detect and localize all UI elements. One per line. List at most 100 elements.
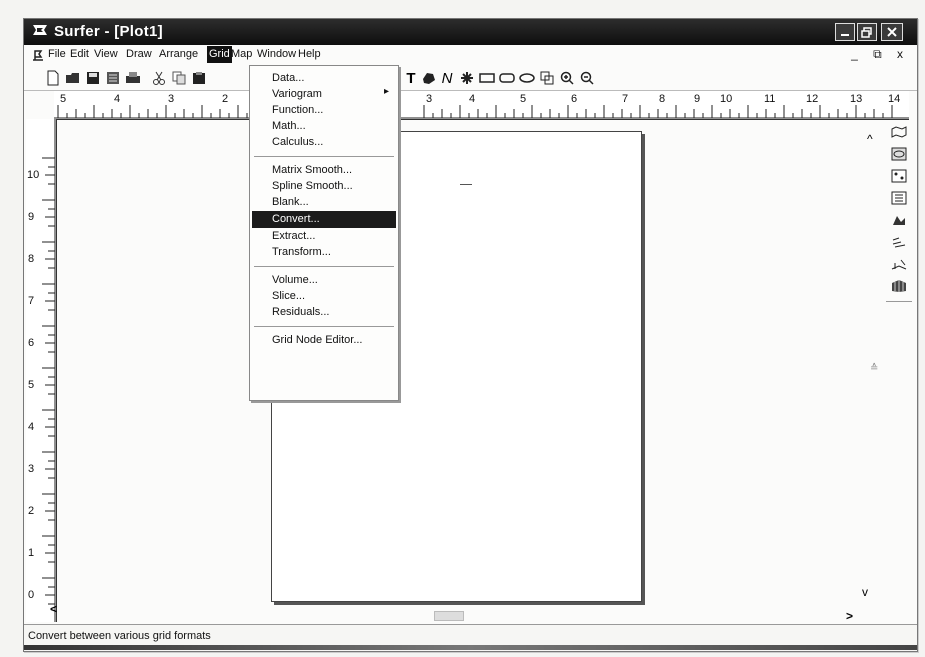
- menu-item-function[interactable]: Function...: [272, 102, 323, 118]
- wireframe-icon[interactable]: [890, 255, 908, 273]
- surfer-app-icon[interactable]: [32, 23, 48, 37]
- vertical-ruler: 10 9 8 7 6 5 4 3 2 1 0: [26, 119, 57, 622]
- polygon-icon[interactable]: [420, 69, 438, 87]
- ruler-label: 3: [426, 93, 433, 105]
- text-icon[interactable]: T: [402, 69, 420, 87]
- minimize-button[interactable]: [835, 23, 855, 41]
- ruler-label: 4: [28, 421, 35, 433]
- ruler-label: 9: [694, 93, 701, 105]
- menu-item-data[interactable]: Data...: [272, 70, 304, 86]
- ruler-label: 1: [28, 547, 35, 559]
- horizontal-ruler: 5 4 3 2 1 3 4 5 6 7 8 9 10 11 12 13 14: [54, 91, 909, 120]
- menu-item-variogram[interactable]: Variogram: [272, 86, 322, 102]
- copy-icon[interactable]: [170, 69, 188, 87]
- menu-separator: [254, 326, 394, 327]
- menu-item-transform[interactable]: Transform...: [272, 244, 331, 260]
- polyline-icon[interactable]: N: [438, 69, 456, 87]
- menu-item-grid-node-editor[interactable]: Grid Node Editor...: [272, 332, 363, 348]
- ruler-label: 9: [28, 211, 35, 223]
- rounded-rectangle-icon[interactable]: [498, 69, 516, 87]
- ruler-label: 12: [806, 93, 819, 105]
- menu-bar: File Edit View Draw Arrange Grid Map Win…: [24, 45, 917, 65]
- menu-map[interactable]: Map: [231, 48, 252, 60]
- page-mark: [460, 184, 472, 185]
- ruler-label: 8: [659, 93, 666, 105]
- ruler-label: 13: [850, 93, 863, 105]
- screen: Surfer - [Plot1] File Edit View Draw Arr…: [0, 0, 925, 657]
- window-title: Surfer - [Plot1]: [54, 23, 163, 40]
- menu-file[interactable]: File: [48, 48, 66, 60]
- menu-help[interactable]: Help: [298, 48, 321, 60]
- rectangle-icon[interactable]: [478, 69, 496, 87]
- ruler-label: 6: [571, 93, 578, 105]
- menu-item-matrix-smooth[interactable]: Matrix Smooth...: [272, 162, 352, 178]
- open-icon[interactable]: [64, 69, 82, 87]
- menu-item-math[interactable]: Math...: [272, 118, 306, 134]
- scroll-up-arrow[interactable]: ^: [867, 132, 873, 146]
- menu-separator: [254, 266, 394, 267]
- ruler-label: 3: [168, 93, 175, 105]
- cut-icon[interactable]: [150, 69, 168, 87]
- ruler-label: 3: [28, 463, 35, 475]
- ruler-label: 2: [222, 93, 229, 105]
- scroll-right-arrow[interactable]: >: [846, 609, 853, 623]
- menu-separator: [254, 156, 394, 157]
- print-preview-icon[interactable]: [104, 69, 122, 87]
- menu-item-blank[interactable]: Blank...: [272, 194, 309, 210]
- status-bar: Convert between various grid formats: [24, 624, 917, 651]
- ruler-label: 5: [60, 93, 67, 105]
- close-button[interactable]: [881, 23, 903, 41]
- contour-map-icon[interactable]: [890, 145, 908, 163]
- map-toolbar: [884, 119, 914, 349]
- surface-map-icon[interactable]: [890, 277, 908, 295]
- reshape-icon[interactable]: [538, 69, 556, 87]
- ruler-label: 4: [469, 93, 476, 105]
- menu-item-residuals[interactable]: Residuals...: [272, 304, 329, 320]
- mdi-window-controls[interactable]: _ ⧉ x: [851, 47, 909, 62]
- toolbar-divider: [886, 301, 912, 302]
- menu-window[interactable]: Window: [257, 48, 296, 60]
- ruler-label: 0: [28, 589, 35, 601]
- ruler-label: 11: [764, 93, 776, 105]
- base-map-icon[interactable]: [890, 123, 908, 141]
- ruler-label: 10: [27, 169, 40, 181]
- maximize-button[interactable]: [857, 23, 877, 41]
- menu-grid[interactable]: Grid: [207, 46, 232, 63]
- menu-item-slice[interactable]: Slice...: [272, 288, 305, 304]
- ruler-label: 6: [28, 337, 35, 349]
- vector-map-icon[interactable]: [890, 233, 908, 251]
- menu-item-spline-smooth[interactable]: Spline Smooth...: [272, 178, 353, 194]
- title-bar[interactable]: Surfer - [Plot1]: [24, 19, 917, 45]
- menu-item-extract[interactable]: Extract...: [272, 228, 315, 244]
- shaded-relief-icon[interactable]: [890, 211, 908, 229]
- status-text: Convert between various grid formats: [28, 630, 211, 642]
- save-icon[interactable]: [84, 69, 102, 87]
- scroll-thumb-icon[interactable]: ≙: [870, 363, 878, 374]
- ruler-label: 2: [28, 505, 35, 517]
- menu-item-calculus[interactable]: Calculus...: [272, 134, 323, 150]
- paste-icon[interactable]: [190, 69, 208, 87]
- scroll-down-arrow[interactable]: v: [862, 585, 868, 599]
- image-map-icon[interactable]: [890, 189, 908, 207]
- document-icon[interactable]: [30, 47, 46, 66]
- menu-item-convert[interactable]: Convert...: [272, 211, 320, 227]
- surfer-window: Surfer - [Plot1] File Edit View Draw Arr…: [23, 18, 918, 652]
- zoom-out-icon[interactable]: [578, 69, 596, 87]
- new-icon[interactable]: [44, 69, 62, 87]
- post-map-icon[interactable]: [890, 167, 908, 185]
- menu-edit[interactable]: Edit: [70, 48, 89, 60]
- grid-menu-dropdown: Data... Variogram ▸ Function... Math... …: [249, 65, 399, 401]
- menu-item-volume[interactable]: Volume...: [272, 272, 318, 288]
- menu-draw[interactable]: Draw: [126, 48, 152, 60]
- ruler-label: 8: [28, 253, 35, 265]
- ruler-label: 14: [888, 93, 901, 105]
- menu-arrange[interactable]: Arrange: [159, 48, 198, 60]
- print-icon[interactable]: [124, 69, 142, 87]
- scroll-left-arrow[interactable]: <: [50, 602, 57, 616]
- symbol-icon[interactable]: [458, 69, 476, 87]
- menu-view[interactable]: View: [94, 48, 118, 60]
- submenu-arrow-icon: ▸: [384, 86, 390, 97]
- zoom-in-icon[interactable]: [558, 69, 576, 87]
- horizontal-scroll-thumb[interactable]: [434, 611, 464, 621]
- ellipse-icon[interactable]: [518, 69, 536, 87]
